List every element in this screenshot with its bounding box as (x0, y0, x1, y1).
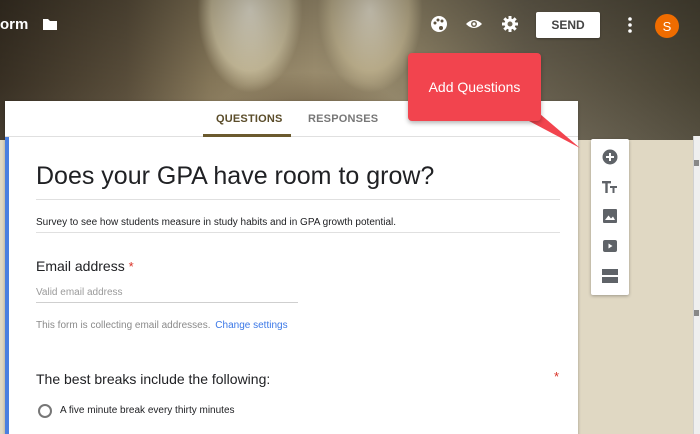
scrollbar-marker (694, 310, 699, 316)
palette-icon[interactable] (430, 15, 448, 38)
settings-gear-icon[interactable] (501, 15, 519, 38)
collecting-email-note: This form is collecting email addresses.… (36, 320, 288, 331)
required-asterisk: * (128, 259, 134, 274)
account-avatar[interactable]: S (655, 14, 679, 38)
scrollbar-marker (694, 160, 699, 166)
form-title[interactable]: Does your GPA have room to grow? (36, 162, 434, 191)
radio-option[interactable] (38, 404, 52, 418)
folder-icon[interactable] (42, 17, 58, 36)
active-tab-indicator (203, 134, 291, 137)
add-image-icon[interactable] (602, 208, 618, 224)
collecting-note-text: This form is collecting email addresses. (36, 320, 211, 331)
add-section-icon[interactable] (602, 268, 618, 284)
required-asterisk: * (554, 369, 560, 384)
email-label-text: Email address (36, 258, 125, 274)
selected-section-accent (5, 137, 9, 434)
add-title-icon[interactable] (602, 179, 618, 195)
preview-eye-icon[interactable] (465, 15, 483, 38)
change-settings-link[interactable]: Change settings (215, 320, 287, 331)
email-field[interactable]: Valid email address (36, 287, 298, 303)
app-title: orm (0, 16, 29, 33)
divider (36, 232, 560, 233)
add-video-icon[interactable] (602, 238, 618, 254)
tab-questions[interactable]: QUESTIONS (216, 113, 283, 125)
add-questions-callout: Add Questions (408, 53, 541, 121)
page-scrollbar[interactable] (693, 136, 700, 434)
tab-responses[interactable]: RESPONSES (308, 113, 378, 125)
more-options-icon[interactable] (624, 15, 636, 40)
divider (36, 199, 560, 200)
send-button[interactable]: SEND (536, 12, 600, 38)
side-toolbar (591, 139, 629, 295)
form-description[interactable]: Survey to see how students measure in st… (36, 217, 396, 228)
top-bar: orm SEND S (0, 0, 700, 50)
add-question-icon[interactable] (602, 149, 618, 165)
option-label[interactable]: A five minute break every thirty minutes (60, 405, 235, 416)
question-title[interactable]: The best breaks include the following: (36, 371, 270, 387)
email-question-label: Email address * (36, 258, 134, 274)
